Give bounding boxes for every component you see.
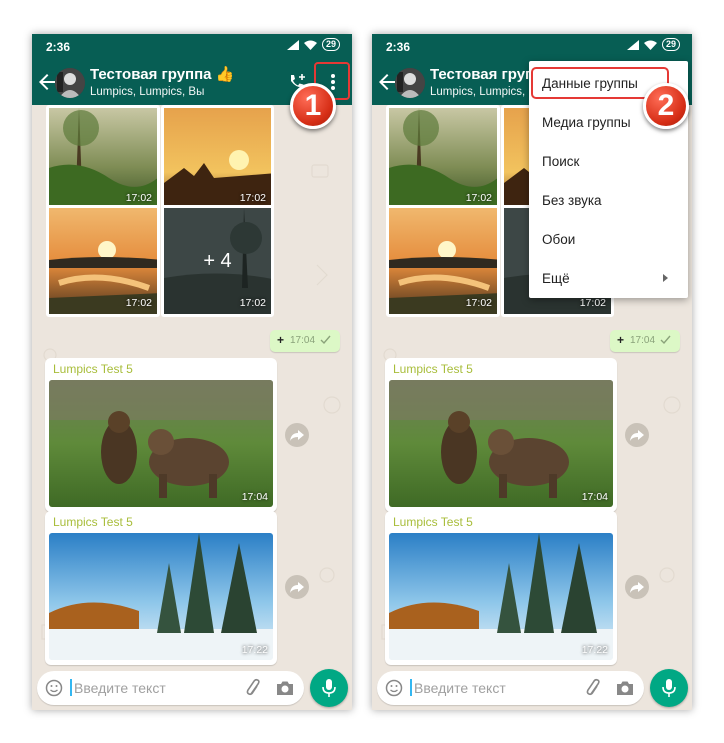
message-time: 17:04 [581,491,608,503]
menu-item-label: Без звука [542,193,602,208]
chat-title-text: Тестовая группа [90,66,212,83]
phone-screen-2: 2:36 29 Тестовая группа 👍 Lumpics, Lumpi… [372,34,692,710]
chat-subtitle: Lumpics, Lumpics, Вы [430,86,545,98]
winter-forest-photo[interactable]: 17:22 [389,533,613,660]
photo-time: 17:02 [239,297,266,309]
grid-photo-sunset-church[interactable]: 17:02 [161,105,274,212]
forward-button[interactable] [625,423,649,447]
incoming-photo-message[interactable]: Lumpics Test 5 17:22 [45,511,277,665]
menu-item-label: Поиск [542,154,580,169]
message-input[interactable] [414,677,574,699]
emoji-icon[interactable] [45,679,63,697]
photo-time: 17:02 [465,192,492,204]
sender-name: Lumpics Test 5 [53,515,133,529]
sender-name: Lumpics Test 5 [53,362,133,376]
share-icon [290,430,304,441]
message-time: 17:22 [241,644,268,656]
status-time: 2:36 [386,40,411,54]
text-cursor [410,679,412,696]
voice-record-button[interactable] [310,669,348,707]
signal-icon [286,39,299,50]
step-badge-2: 2 [643,83,689,129]
menu-item-search[interactable]: Поиск [529,141,688,180]
wifi-icon [643,40,657,50]
grid-photo-sunset-river[interactable]: 17:02 [386,205,500,317]
forward-button[interactable] [285,575,309,599]
message-text: + [617,333,625,347]
bears-photo[interactable]: 17:04 [49,380,273,507]
incoming-photo-message[interactable]: Lumpics Test 5 17:04 [385,358,617,512]
mic-icon [662,679,676,697]
menu-item-label: Обои [542,232,576,247]
menu-item-wallpaper[interactable]: Обои [529,219,688,258]
share-icon [290,582,304,593]
group-avatar[interactable] [55,68,85,98]
menu-item-label: Ещё [542,271,570,286]
menu-item-label: Медиа группы [542,115,631,130]
photo-time: 17:02 [239,192,266,204]
battery-indicator: 29 [321,38,340,51]
outgoing-message[interactable]: + 17:04 [610,330,680,352]
menu-item-mute[interactable]: Без звука [529,180,688,219]
step-badge-1: 1 [290,83,336,129]
share-icon [630,582,644,593]
chat-subtitle: Lumpics, Lumpics, Вы [90,86,205,98]
share-icon [630,430,644,441]
status-icons: 29 [626,38,680,51]
message-time: 17:22 [581,644,608,656]
sender-name: Lumpics Test 5 [393,515,473,529]
photo-time: 17:02 [125,192,152,204]
message-text: + [277,333,285,347]
photo-time: 17:02 [465,297,492,309]
chat-title[interactable]: Тестовая группа 👍 [90,65,234,83]
group-avatar[interactable] [395,68,425,98]
mic-icon [322,679,336,697]
status-time: 2:36 [46,40,71,54]
double-check-icon [660,335,671,345]
forward-button[interactable] [285,423,309,447]
winter-forest-photo[interactable]: 17:22 [49,533,273,660]
bears-photo[interactable]: 17:04 [389,380,613,507]
more-photos-count: + 4 [203,250,232,272]
grid-photo-forest[interactable]: 17:02 [46,105,160,212]
message-input[interactable] [74,677,234,699]
sender-name: Lumpics Test 5 [393,362,473,376]
grid-photo-forest[interactable]: 17:02 [386,105,500,212]
message-composer [377,671,644,705]
outgoing-message[interactable]: + 17:04 [270,330,340,352]
forward-button[interactable] [625,575,649,599]
incoming-photo-message[interactable]: Lumpics Test 5 17:04 [45,358,277,512]
grid-photo-more[interactable]: + 4 17:02 [161,205,274,317]
status-bar: 2:36 29 [372,34,692,59]
wifi-icon [303,40,317,50]
status-bar: 2:36 29 [32,34,352,59]
message-time: 17:04 [241,491,268,503]
camera-icon[interactable] [615,679,635,697]
message-time: 17:04 [290,335,316,346]
status-icons: 29 [286,38,340,51]
double-check-icon [320,335,331,345]
photo-time: 17:02 [579,297,606,309]
grid-photo-sunset-river[interactable]: 17:02 [46,205,160,317]
phone-screen-1: 2:36 29 Тестовая группа 👍 Lumpics, Lumpi… [32,34,352,710]
message-composer [37,671,304,705]
emoji-icon[interactable] [385,679,403,697]
attach-icon[interactable] [244,678,264,698]
submenu-arrow-icon [663,274,668,282]
camera-icon[interactable] [275,679,295,697]
menu-item-more[interactable]: Ещё [529,258,688,297]
attach-icon[interactable] [584,678,604,698]
text-cursor [70,679,72,696]
photo-time: 17:02 [125,297,152,309]
signal-icon [626,39,639,50]
message-time: 17:04 [630,335,656,346]
incoming-photo-message[interactable]: Lumpics Test 5 17:22 [385,511,617,665]
battery-indicator: 29 [661,38,680,51]
voice-record-button[interactable] [650,669,688,707]
thumbs-up-emoji: 👍 [215,66,235,83]
